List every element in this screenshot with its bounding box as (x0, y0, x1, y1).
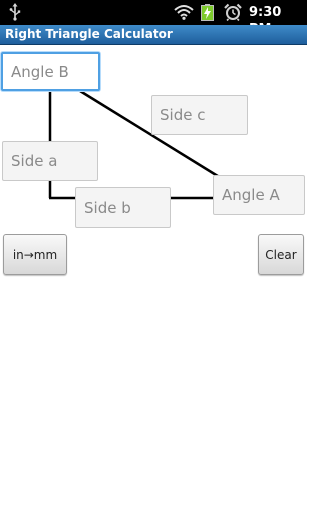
side-c-input[interactable] (151, 95, 248, 135)
angle-b-input[interactable] (1, 52, 100, 91)
angle-a-input[interactable] (213, 175, 305, 215)
side-b-input[interactable] (75, 187, 171, 228)
unit-convert-button[interactable]: in→mm (3, 234, 67, 275)
side-a-input[interactable] (2, 141, 98, 181)
clear-button[interactable]: Clear (258, 234, 304, 275)
